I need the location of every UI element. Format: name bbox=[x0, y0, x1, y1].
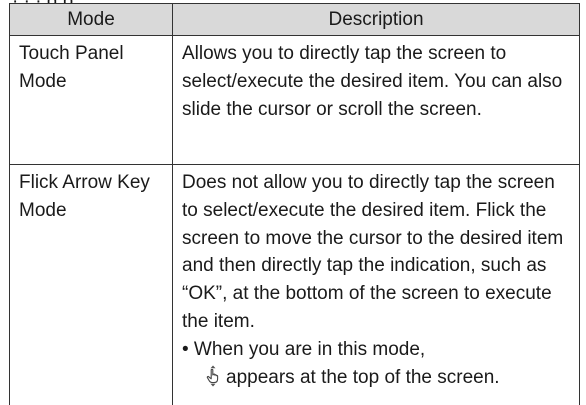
bullet-note-continuation: appears at the top of the screen. bbox=[182, 364, 571, 392]
mode-cell-flick-arrow-key: Flick Arrow Key Mode bbox=[9, 164, 173, 405]
table-row: Touch Panel Mode Allows you to directly … bbox=[9, 35, 580, 165]
bullet-note: • When you are in this mode, bbox=[182, 338, 426, 360]
description-text-flick: Does not allow you to directly tap the s… bbox=[182, 172, 564, 332]
header-description: Description bbox=[172, 3, 580, 36]
mode-cell-touch-panel: Touch Panel Mode bbox=[9, 35, 173, 165]
mode-description-table: Mode Description Touch Panel Mode Allows… bbox=[9, 3, 580, 405]
table-header-row: Mode Description bbox=[9, 3, 580, 36]
header-mode: Mode bbox=[9, 3, 173, 36]
description-cell-flick-arrow-key: Does not allow you to directly tap the s… bbox=[172, 164, 580, 405]
description-cell-touch-panel: Allows you to directly tap the screen to… bbox=[172, 35, 580, 165]
bullet-note-rest: appears at the top of the screen. bbox=[226, 366, 500, 388]
table-row: Flick Arrow Key Mode Does not allow you … bbox=[9, 164, 580, 405]
hand-pointer-up-down-icon bbox=[204, 365, 222, 387]
